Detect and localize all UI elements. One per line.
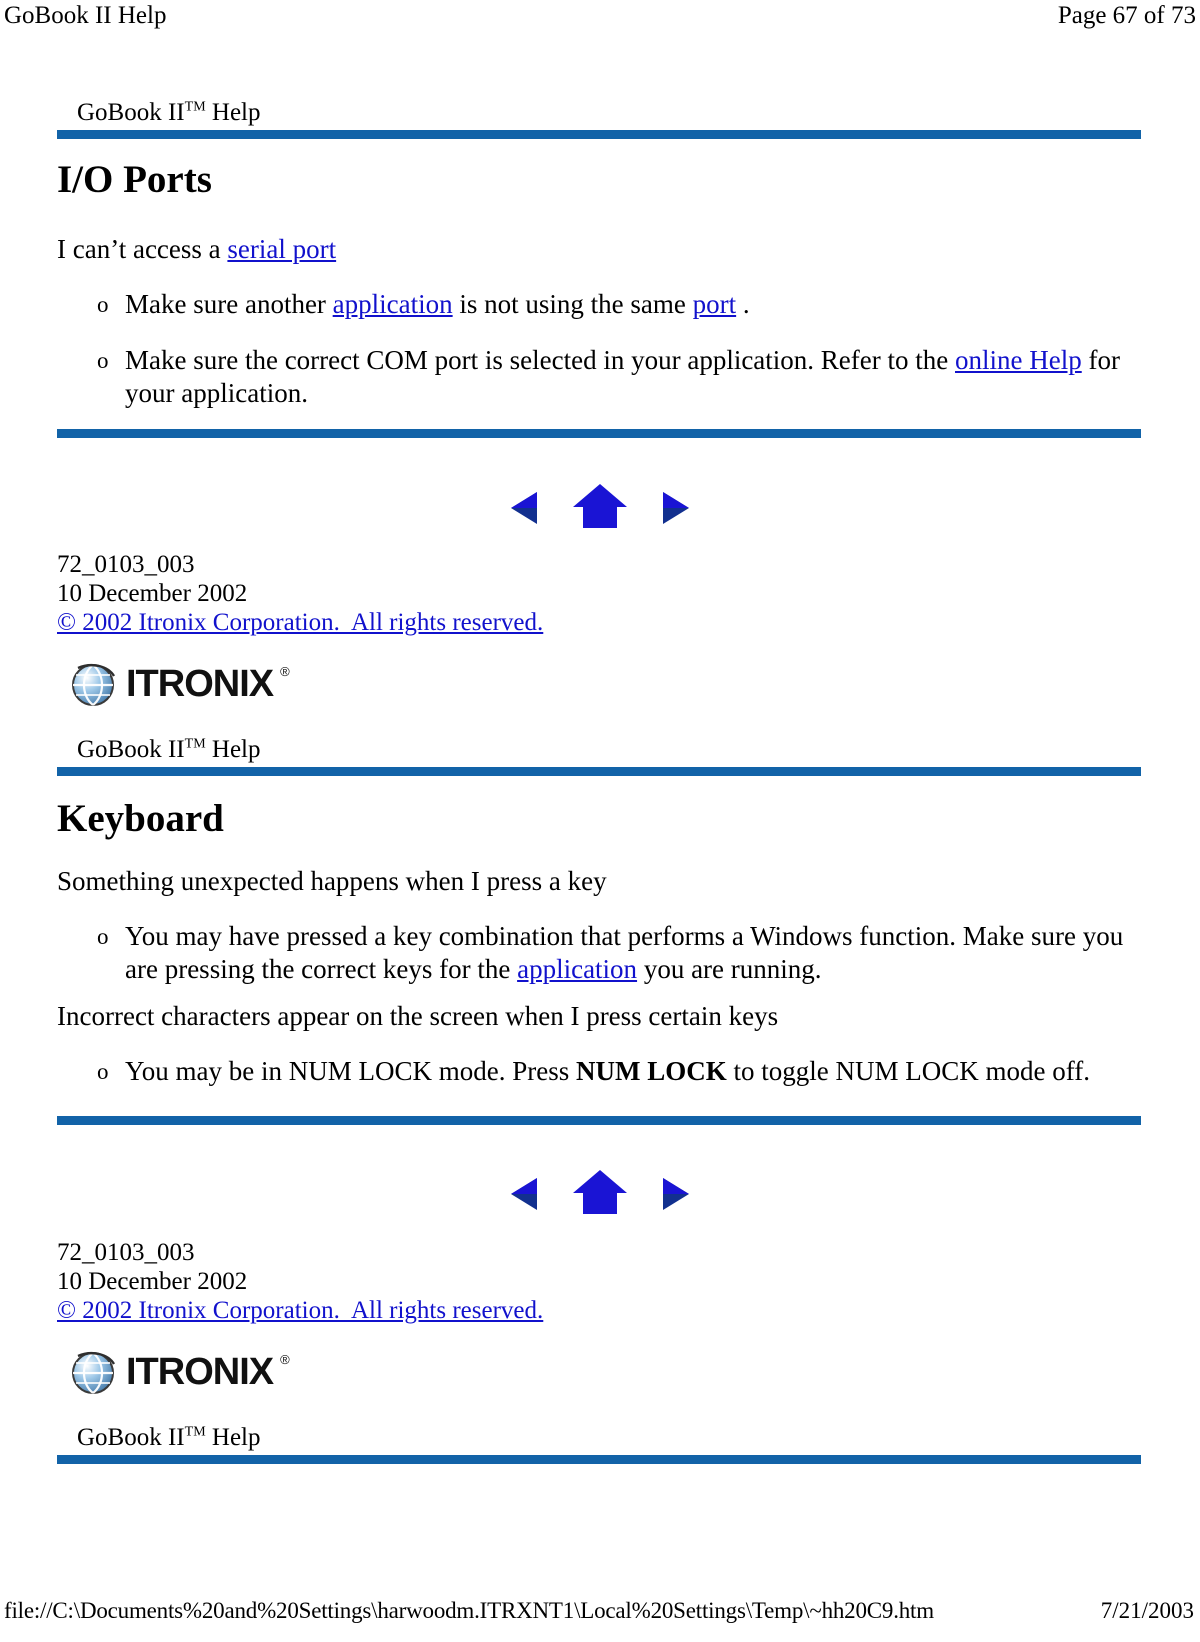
trademark-symbol: TM: [184, 1424, 206, 1440]
itronix-logo-1: ITRONIX ®: [68, 660, 290, 708]
section-divider-1: [57, 429, 1141, 438]
banner-rule: [57, 767, 1141, 776]
bullet-text: Make sure another application is not usi…: [125, 289, 750, 319]
bullet-text: You may have pressed a key combination t…: [125, 921, 1123, 984]
help-banner-middle: GoBook IITM Help: [57, 735, 1141, 776]
list-item: o You may have pressed a key combination…: [57, 920, 1147, 986]
help-banner-top: GoBook IITM Help: [57, 98, 1141, 139]
link-application[interactable]: application: [333, 289, 453, 319]
forward-button[interactable]: [651, 482, 697, 528]
bullet-text: You may be in NUM LOCK mode. Press NUM L…: [125, 1056, 1090, 1086]
registered-trademark-icon: ®: [280, 1352, 290, 1367]
banner-title-suffix: Help: [205, 1424, 261, 1451]
link-port[interactable]: port: [693, 289, 737, 319]
list-item: o Make sure another application is not u…: [57, 288, 1147, 321]
bullet-marker: o: [97, 1059, 109, 1084]
bullet-list-io-ports: o Make sure another application is not u…: [57, 288, 1147, 410]
itronix-wordmark: ITRONIX: [126, 1351, 274, 1393]
bullet-text-part: Make sure the correct COM port is select…: [125, 345, 955, 375]
link-copyright[interactable]: © 2002 Itronix Corporation. All rights r…: [57, 609, 543, 636]
back-button[interactable]: [503, 482, 549, 528]
footer-file-path: file://C:\Documents%20and%20Settings\har…: [4, 1598, 934, 1623]
banner-title-suffix: Help: [205, 99, 261, 126]
list-item: o You may be in NUM LOCK mode. Press NUM…: [57, 1055, 1147, 1088]
back-button[interactable]: [503, 1168, 549, 1214]
document-info-1: 72_0103_003 10 December 2002 © 2002 Itro…: [57, 550, 957, 637]
bullet-text-part: to toggle NUM LOCK mode off.: [726, 1056, 1090, 1086]
bullet-text-part: You may be in NUM LOCK mode. Press: [125, 1056, 577, 1086]
help-banner-title: GoBook IITM Help: [57, 735, 1141, 765]
document-id: 72_0103_003: [57, 1239, 195, 1266]
intro-keyboard: Something unexpected happens when I pres…: [57, 866, 607, 896]
document-id: 72_0103_003: [57, 551, 195, 578]
bullet-text-part: is not using the same: [452, 289, 693, 319]
banner-title-prefix: GoBook II: [77, 736, 185, 763]
forward-button[interactable]: [651, 1168, 697, 1214]
document-date: 10 December 2002: [57, 580, 248, 607]
registered-trademark-icon: ®: [280, 664, 290, 679]
page-title-keyboard: Keyboard: [57, 797, 224, 840]
intro-text: I can’t access a: [57, 234, 228, 264]
banner-rule: [57, 1455, 1141, 1464]
document-info-2: 72_0103_003 10 December 2002 © 2002 Itro…: [57, 1238, 957, 1325]
bullet-text-part: you are running.: [637, 954, 822, 984]
bullet-marker: o: [97, 292, 109, 317]
link-serial-port[interactable]: serial port: [227, 234, 336, 264]
footer-date: 7/21/2003: [1100, 1598, 1194, 1623]
link-online-help[interactable]: online Help: [955, 345, 1082, 375]
bullet-text-part: .: [736, 289, 750, 319]
section-divider-2: [57, 1116, 1141, 1125]
bullet-text: Make sure the correct COM port is select…: [125, 345, 1120, 408]
banner-title-prefix: GoBook II: [77, 1424, 185, 1451]
bullet-marker: o: [97, 924, 109, 949]
list-item: o Make sure the correct COM port is sele…: [57, 344, 1147, 410]
banner-title-prefix: GoBook II: [77, 99, 185, 126]
intro-io-ports: I can’t access a serial port: [57, 233, 1147, 266]
bullet-marker: o: [97, 348, 109, 373]
home-button[interactable]: [571, 1166, 629, 1216]
trademark-symbol: TM: [184, 99, 206, 115]
bullet-list-keyboard-2: o You may be in NUM LOCK mode. Press NUM…: [57, 1055, 1147, 1088]
itronix-logo-2: ITRONIX ®: [68, 1348, 290, 1396]
print-header-page-number: Page 67 of 73: [1057, 2, 1196, 29]
navigation-bar-1: [0, 480, 1200, 530]
globe-icon: [72, 664, 116, 706]
help-banner-title: GoBook IITM Help: [57, 1423, 1141, 1453]
help-banner-bottom: GoBook IITM Help: [57, 1423, 1141, 1464]
link-application[interactable]: application: [517, 954, 637, 984]
banner-rule: [57, 130, 1141, 139]
print-header-title: GoBook II Help: [4, 2, 167, 29]
print-header: GoBook II Help Page 67 of 73: [0, 0, 1200, 34]
itronix-wordmark: ITRONIX: [126, 663, 274, 705]
intro-keyboard-2: Incorrect characters appear on the scree…: [57, 1001, 779, 1031]
num-lock-key-label: NUM LOCK: [576, 1056, 727, 1086]
navigation-bar-2: [0, 1166, 1200, 1216]
document-date: 10 December 2002: [57, 1268, 248, 1295]
bullet-list-keyboard-1: o You may have pressed a key combination…: [57, 920, 1147, 986]
home-button[interactable]: [571, 480, 629, 530]
help-banner-title: GoBook IITM Help: [57, 98, 1141, 128]
trademark-symbol: TM: [184, 736, 206, 752]
banner-title-suffix: Help: [205, 736, 261, 763]
globe-icon: [72, 1352, 116, 1394]
link-copyright[interactable]: © 2002 Itronix Corporation. All rights r…: [57, 1297, 543, 1324]
print-footer: file://C:\Documents%20and%20Settings\har…: [0, 1597, 1200, 1625]
page-title-io-ports: I/O Ports: [57, 158, 212, 201]
bullet-text-part: Make sure another: [125, 289, 333, 319]
